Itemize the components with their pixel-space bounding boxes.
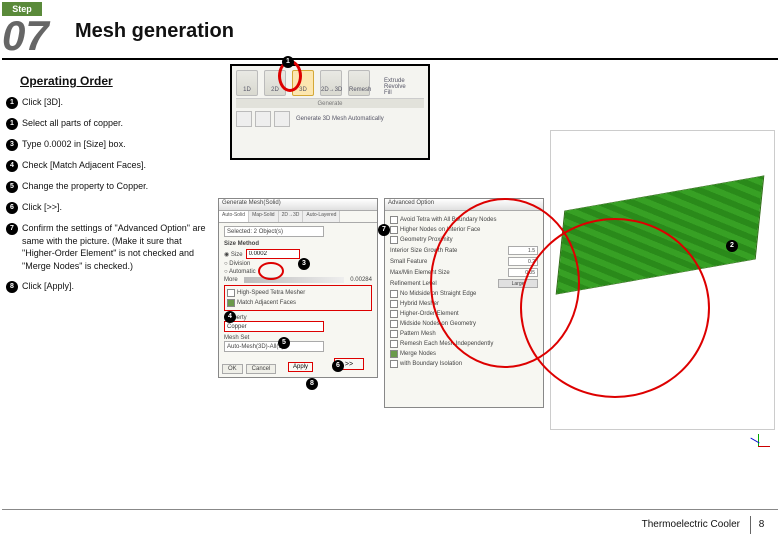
meshset-select[interactable]: Auto-Mesh(3D)-All(1) (224, 341, 324, 352)
instruction-list: 1 Click [3D]. 1 Select all parts of copper… (6, 96, 216, 301)
division-radio[interactable]: ○ Division (224, 261, 250, 267)
callout-8: 8 (306, 378, 318, 390)
callout-6: 6 (332, 360, 344, 372)
ribbon-1d-button[interactable]: 1D (236, 70, 258, 96)
step-text: Type 0.0002 in [Size] box. (22, 138, 126, 151)
hi-speed-check[interactable]: High-Speed Tetra Mesher (227, 289, 369, 297)
step-number: 07 (2, 14, 64, 58)
match-adjacent-check[interactable]: Match Adjacent Faces (227, 299, 369, 307)
ribbon-group-label: Generate (236, 98, 424, 108)
callout-3: 3 (298, 258, 310, 270)
highlight-circle (258, 262, 284, 280)
generate-mesh-dialog: Generate Mesh(Solid) Auto-Solid Map-Soli… (218, 198, 378, 378)
tab-auto-solid[interactable]: Auto-Solid (219, 211, 249, 222)
cancel-button[interactable]: Cancel (246, 364, 277, 374)
cube-icon[interactable] (274, 111, 290, 127)
step-text: Select all parts of copper. (22, 117, 123, 130)
callout-2: 2 (726, 240, 738, 252)
page-title: Mesh generation (75, 20, 234, 43)
step-text: Click [>>]. (22, 201, 62, 214)
step-bullet: 1 (6, 97, 18, 109)
more-label: More (224, 277, 238, 283)
align-icon[interactable] (255, 111, 271, 127)
step-bullet: 5 (6, 181, 18, 193)
ribbon-2d3d-button[interactable]: 2D→3D (320, 70, 342, 96)
property-select[interactable]: Copper (224, 321, 324, 332)
dialog-tabs: Auto-Solid Map-Solid 2D→3D Auto-Layered (219, 211, 377, 223)
step-text: Change the property to Copper. (22, 180, 148, 193)
tab-map-solid[interactable]: Map-Solid (249, 211, 279, 222)
callout-1: 1 (282, 56, 294, 68)
list-item: 5 Change the property to Copper. (6, 180, 216, 193)
size-radio[interactable]: ◉ Size (224, 251, 243, 258)
ribbon-remesh-button[interactable]: Remesh (348, 70, 370, 96)
list-item: 4 Check [Match Adjacent Faces]. (6, 159, 216, 172)
selection-field[interactable]: Selected: 2 Object(s) (224, 226, 324, 237)
step-text: Click [3D]. (22, 96, 63, 109)
step-bullet: 6 (6, 202, 18, 214)
list-item: 8 Click [Apply]. (6, 280, 216, 293)
page-number: 8 (750, 516, 772, 534)
ribbon-fill[interactable]: Fill (384, 90, 406, 96)
tab-auto-layered[interactable]: Auto-Layered (303, 211, 340, 222)
dialog-title: Generate Mesh(Solid) (219, 199, 377, 211)
callout-5: 5 (278, 337, 290, 349)
list-item: 6 Click [>>]. (6, 201, 216, 214)
footer-rule (2, 509, 778, 510)
step-bullet: 3 (6, 139, 18, 151)
generate-3d-mesh-button[interactable]: Generate 3D Mesh Automatically (296, 116, 384, 123)
step-bullet: 8 (6, 281, 18, 293)
list-item: 3 Type 0.0002 in [Size] box. (6, 138, 216, 151)
size-method-label: Size Method (224, 241, 372, 247)
operating-order-heading: Operating Order (20, 74, 113, 88)
title-underline (2, 58, 778, 60)
footer-title: Thermoelectric Cooler (642, 519, 740, 530)
apply-button[interactable]: Apply (288, 362, 313, 372)
step-text: Confirm the settings of "Advanced Option… (22, 222, 216, 272)
less-value: 0.00284 (350, 277, 372, 283)
small-feat-label: Small Feature (390, 259, 427, 265)
size-input[interactable] (246, 249, 300, 259)
callout-7: 7 (378, 224, 390, 236)
step-bullet: 1 (6, 118, 18, 130)
axis-triad-icon (746, 428, 770, 452)
callout-4: 4 (224, 311, 236, 323)
step-bullet: 4 (6, 160, 18, 172)
highlight-circle (520, 218, 710, 398)
dialog-button-bar: OK Cancel (222, 364, 276, 374)
tab-2d3d[interactable]: 2D→3D (279, 211, 304, 222)
list-item: 7 Confirm the settings of "Advanced Optio… (6, 222, 216, 272)
step-text: Click [Apply]. (22, 280, 74, 293)
step-bullet: 7 (6, 223, 18, 235)
ok-button[interactable]: OK (222, 364, 243, 374)
list-item: 1 Select all parts of copper. (6, 117, 216, 130)
automatic-radio[interactable]: ○ Automatic (224, 269, 256, 275)
hi-speed-group: High-Speed Tetra Mesher Match Adjacent F… (224, 285, 372, 311)
ribbon-screenshot: 1D 2D 3D 2D→3D Remesh Extrude Revolve Fi… (230, 64, 430, 160)
list-item: 1 Click [3D]. (6, 96, 216, 109)
step-text: Check [Match Adjacent Faces]. (22, 159, 146, 172)
protrude-icon[interactable] (236, 111, 252, 127)
